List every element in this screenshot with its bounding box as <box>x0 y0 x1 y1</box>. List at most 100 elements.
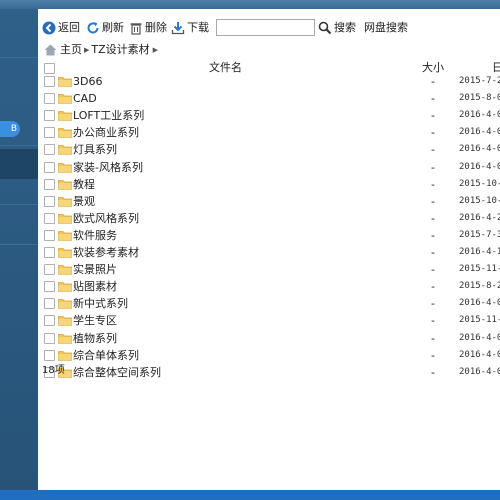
file-row[interactable]: 办公商业系列 - 2016-4-05 <box>38 124 500 141</box>
file-row[interactable]: 学生专区 - 2015-11-1 <box>38 312 500 329</box>
file-size: - <box>431 365 435 379</box>
folder-icon <box>58 162 72 173</box>
file-row[interactable]: CAD - 2015-8-03 <box>38 90 500 107</box>
file-name[interactable]: LOFT工业系列 <box>73 107 144 124</box>
file-row[interactable]: 实景照片 - 2015-11-1 <box>38 261 500 278</box>
search-button[interactable]: 搜索 <box>318 17 356 39</box>
row-checkbox[interactable] <box>44 93 55 105</box>
file-date: 2016-4-04 <box>459 332 500 343</box>
file-row[interactable]: 新中式系列 - 2016-4-04 <box>38 295 500 312</box>
file-name[interactable]: 软件服务 <box>73 227 117 244</box>
folder-icon <box>58 196 72 207</box>
file-date: 2016-4-04 <box>459 349 500 360</box>
folder-icon <box>58 77 72 87</box>
row-checkbox[interactable] <box>44 178 55 190</box>
file-row[interactable]: 植物系列 - 2016-4-04 <box>38 330 500 347</box>
row-checkbox[interactable] <box>44 298 55 310</box>
row-checkbox[interactable] <box>44 281 55 293</box>
breadcrumb-home[interactable]: 主页 <box>60 41 82 59</box>
sidebar-divider <box>0 145 38 146</box>
refresh-button[interactable]: 刷新 <box>86 17 124 39</box>
file-date: 2016-4-20 <box>459 212 500 223</box>
file-name[interactable]: 家装-风格系列 <box>73 159 143 176</box>
sidebar-badge[interactable]: B <box>0 121 20 137</box>
cloud-search-button[interactable]: 网盘搜索 <box>364 17 408 39</box>
file-size: - <box>431 331 435 345</box>
row-checkbox[interactable] <box>44 127 55 139</box>
row-checkbox[interactable] <box>44 229 55 241</box>
file-row[interactable]: 欧式风格系列 - 2016-4-20 <box>38 210 500 227</box>
breadcrumb-separator-icon: ▶ <box>152 46 159 54</box>
back-button[interactable]: 返回 <box>42 17 80 39</box>
file-name[interactable]: 贴图素材 <box>73 278 117 295</box>
row-checkbox[interactable] <box>44 110 55 122</box>
file-row[interactable]: 软装参考素材 - 2016-4-18 <box>38 244 500 261</box>
file-name[interactable]: CAD <box>73 90 97 107</box>
file-name[interactable]: 综合整体空间系列 <box>73 364 161 381</box>
file-row[interactable]: 家装-风格系列 - 2016-4-04 <box>38 159 500 176</box>
row-checkbox[interactable] <box>44 161 55 173</box>
file-name[interactable]: 教程 <box>73 176 95 193</box>
file-row[interactable]: 3D66 - 2015-7-26 <box>38 73 500 90</box>
sidebar-divider <box>0 204 38 205</box>
taskbar-strip <box>0 490 500 500</box>
file-date: 2016-4-05 <box>459 127 500 138</box>
sidebar-item-selected[interactable] <box>0 149 38 179</box>
file-size: - <box>431 92 435 106</box>
file-date: 2015-10-0 <box>459 195 500 206</box>
back-label: 返回 <box>58 21 80 34</box>
file-name[interactable]: 学生专区 <box>73 312 117 329</box>
row-checkbox[interactable] <box>44 212 55 224</box>
file-name[interactable]: 办公商业系列 <box>73 124 139 141</box>
file-row[interactable]: 景观 - 2015-10-0 <box>38 193 500 210</box>
row-checkbox[interactable] <box>44 195 55 207</box>
row-checkbox[interactable] <box>44 76 55 87</box>
row-checkbox[interactable] <box>44 332 55 344</box>
folder-icon <box>58 128 72 139</box>
file-name[interactable]: 灯具系列 <box>73 141 117 158</box>
refresh-icon <box>87 22 99 34</box>
breadcrumb-folder[interactable]: TZ设计素材 <box>91 41 149 59</box>
delete-button[interactable]: 删除 <box>129 17 167 39</box>
file-name[interactable]: 植物系列 <box>73 330 117 347</box>
row-checkbox[interactable] <box>44 264 55 276</box>
row-checkbox[interactable] <box>44 315 55 327</box>
search-icon <box>318 21 332 35</box>
file-name[interactable]: 欧式风格系列 <box>73 210 139 227</box>
download-button[interactable]: 下载 <box>171 17 209 39</box>
item-count: 18项 <box>42 365 65 376</box>
file-name[interactable]: 新中式系列 <box>73 295 128 312</box>
row-checkbox[interactable] <box>44 247 55 258</box>
folder-icon <box>58 111 72 122</box>
file-size: - <box>431 143 435 157</box>
file-size: - <box>431 211 435 225</box>
folder-icon <box>58 299 72 310</box>
file-row[interactable]: 灯具系列 - 2016-4-04 <box>38 141 500 158</box>
file-date: 2015-7-26 <box>459 76 500 86</box>
folder-icon <box>58 350 72 361</box>
file-date: 2016-4-18 <box>459 247 500 257</box>
file-row[interactable]: LOFT工业系列 - 2016-4-04 <box>38 107 500 124</box>
home-icon <box>44 44 57 56</box>
row-checkbox[interactable] <box>44 144 55 156</box>
file-row[interactable]: 贴图素材 - 2015-8-29 <box>38 278 500 295</box>
file-name[interactable]: 实景照片 <box>73 261 117 278</box>
file-row[interactable]: 综合整体空间系列 - 2016-4-04 <box>38 364 500 381</box>
file-size: - <box>431 126 435 140</box>
file-size: - <box>431 263 435 277</box>
file-date: 2016-4-04 <box>459 161 500 172</box>
folder-icon <box>58 333 72 344</box>
folder-icon <box>58 213 72 224</box>
file-name[interactable]: 软装参考素材 <box>73 244 139 261</box>
file-name[interactable]: 综合单体系列 <box>73 347 139 364</box>
search-input[interactable] <box>216 19 315 36</box>
file-row[interactable]: 教程 - 2015-10-0 <box>38 176 500 193</box>
file-name[interactable]: 景观 <box>73 193 95 210</box>
download-icon <box>171 22 185 35</box>
file-name[interactable]: 3D66 <box>73 73 102 90</box>
file-browser: 返回 刷新 删除 下载 搜索 网盘搜索 主页 ▶ TZ设计素材 ▶ 文件名 大小… <box>38 9 500 490</box>
file-row[interactable]: 综合单体系列 - 2016-4-04 <box>38 347 500 364</box>
file-size: - <box>431 348 435 362</box>
row-checkbox[interactable] <box>44 349 55 361</box>
file-row[interactable]: 软件服务 - 2015-7-31 <box>38 227 500 244</box>
